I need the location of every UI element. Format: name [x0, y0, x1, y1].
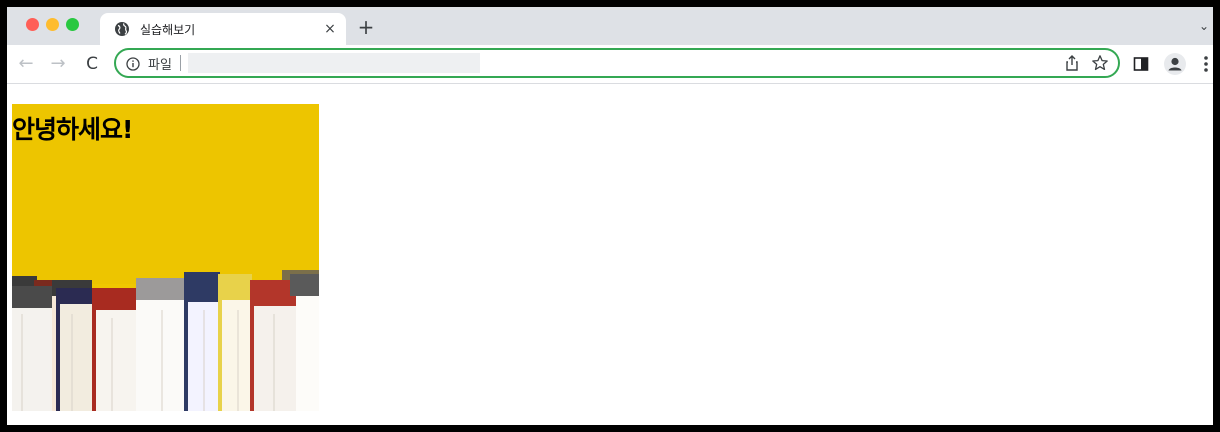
side-panel-icon[interactable]	[1133, 56, 1149, 72]
reload-button[interactable]: C	[81, 53, 103, 75]
forward-button[interactable]: →	[47, 53, 69, 75]
globe-icon	[114, 21, 130, 37]
browser-window: 실습해보기 × + ⌄ ← → C 파일 안녕하세요!	[7, 7, 1213, 425]
hero-image: 안녕하세요!	[12, 104, 319, 411]
separator	[180, 55, 181, 71]
page-content: 안녕하세요!	[7, 84, 1213, 425]
share-icon[interactable]	[1064, 54, 1080, 72]
close-window-button[interactable]	[26, 18, 39, 31]
url-input[interactable]	[188, 53, 480, 73]
menu-icon[interactable]	[1203, 55, 1209, 73]
tab-strip: 실습해보기 × + ⌄	[7, 7, 1213, 45]
maximize-window-button[interactable]	[66, 18, 79, 31]
address-bar[interactable]: 파일	[114, 48, 1120, 78]
back-button[interactable]: ←	[15, 53, 37, 75]
tab-close-button[interactable]: ×	[320, 19, 340, 39]
tab-title: 실습해보기	[140, 23, 196, 37]
new-tab-button[interactable]: +	[355, 16, 377, 38]
star-icon[interactable]	[1091, 54, 1109, 72]
profile-icon[interactable]	[1164, 53, 1186, 75]
info-icon[interactable]	[126, 56, 140, 71]
tab-search-button[interactable]: ⌄	[1199, 19, 1213, 33]
tab-active[interactable]: 실습해보기 ×	[100, 13, 346, 45]
page-heading: 안녕하세요!	[12, 115, 133, 144]
minimize-window-button[interactable]	[46, 18, 59, 31]
scheme-label: 파일	[148, 58, 172, 73]
toolbar: ← → C 파일	[7, 45, 1213, 84]
